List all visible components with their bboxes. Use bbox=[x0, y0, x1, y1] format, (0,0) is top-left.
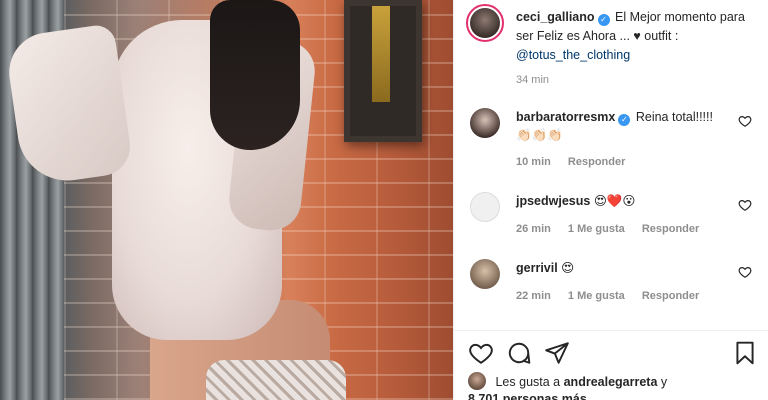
comment-actions: 22 min 1 Me gusta Responder bbox=[516, 290, 713, 302]
commenter-username[interactable]: barbaratorresmx bbox=[516, 110, 615, 124]
liker-avatar[interactable] bbox=[468, 372, 486, 390]
reply-button[interactable]: Responder bbox=[642, 223, 699, 235]
comment-like-heart-icon[interactable] bbox=[738, 114, 752, 128]
comment-actions: 10 min Responder bbox=[516, 156, 639, 168]
liker-username[interactable]: andrealegarreta bbox=[564, 375, 658, 389]
comment-icon[interactable] bbox=[506, 340, 532, 366]
comment-like-heart-icon[interactable] bbox=[738, 265, 752, 279]
caption-timestamp[interactable]: 34 min bbox=[516, 74, 549, 86]
commenter-avatar[interactable] bbox=[470, 192, 500, 222]
commenter-avatar[interactable] bbox=[470, 259, 500, 289]
likes-count[interactable]: 8.701 personas más bbox=[468, 392, 587, 400]
reply-button[interactable]: Responder bbox=[642, 290, 699, 302]
comment-timestamp[interactable]: 22 min bbox=[516, 290, 551, 302]
comment-like-heart-icon[interactable] bbox=[738, 198, 752, 212]
share-icon[interactable] bbox=[544, 340, 570, 366]
comment-body: jpsedwjesus 😍❤️😮 bbox=[516, 192, 732, 210]
section-divider bbox=[454, 330, 768, 331]
reply-button[interactable]: Responder bbox=[568, 156, 625, 168]
comment-body: barbaratorresmx ✓ Reina total!!!!! 👏🏻👏🏻👏🏻 bbox=[516, 108, 732, 144]
caption-mention-link[interactable]: @totus_the_clothing bbox=[516, 48, 630, 62]
comment-emoji: 👏🏻👏🏻👏🏻 bbox=[516, 128, 563, 142]
comment-like-count[interactable]: 1 Me gusta bbox=[568, 290, 625, 302]
verified-badge-icon: ✓ bbox=[618, 114, 631, 126]
likes-prefix: Les gusta a bbox=[495, 375, 561, 389]
post-action-bar bbox=[468, 340, 758, 366]
commenter-username[interactable]: gerrivil bbox=[516, 261, 558, 275]
figure-boots bbox=[206, 360, 346, 400]
comment-like-count[interactable]: 1 Me gusta bbox=[568, 223, 625, 235]
figure-hair bbox=[210, 0, 300, 150]
wall-frame bbox=[344, 0, 422, 142]
author-username[interactable]: ceci_galliano bbox=[516, 10, 595, 24]
commenter-username[interactable]: jpsedwjesus bbox=[516, 194, 590, 208]
likes-summary: Les gusta a andrealegarreta y 8.701 pers… bbox=[468, 372, 764, 400]
post-sidebar: ceci_galliano ✓ El Mejor momento para ser… bbox=[453, 0, 768, 400]
comment-timestamp[interactable]: 10 min bbox=[516, 156, 551, 168]
author-avatar[interactable] bbox=[466, 4, 504, 42]
commenter-avatar[interactable] bbox=[470, 108, 500, 138]
caption-text-block: ceci_galliano ✓ El Mejor momento para ser… bbox=[516, 8, 764, 65]
comment-timestamp[interactable]: 26 min bbox=[516, 223, 551, 235]
likes-joiner: y bbox=[660, 375, 668, 389]
comment-text: Reina total!!!!! bbox=[635, 110, 713, 124]
post-photo[interactable] bbox=[0, 0, 453, 400]
verified-badge-icon: ✓ bbox=[597, 14, 610, 26]
bookmark-icon[interactable] bbox=[732, 340, 758, 366]
comment-text: 😍 bbox=[561, 261, 575, 275]
heart-icon[interactable] bbox=[468, 340, 494, 366]
comment-body: gerrivil 😍 bbox=[516, 259, 732, 277]
comment-text: 😍❤️😮 bbox=[593, 194, 636, 208]
comment-actions: 26 min 1 Me gusta Responder bbox=[516, 223, 713, 235]
